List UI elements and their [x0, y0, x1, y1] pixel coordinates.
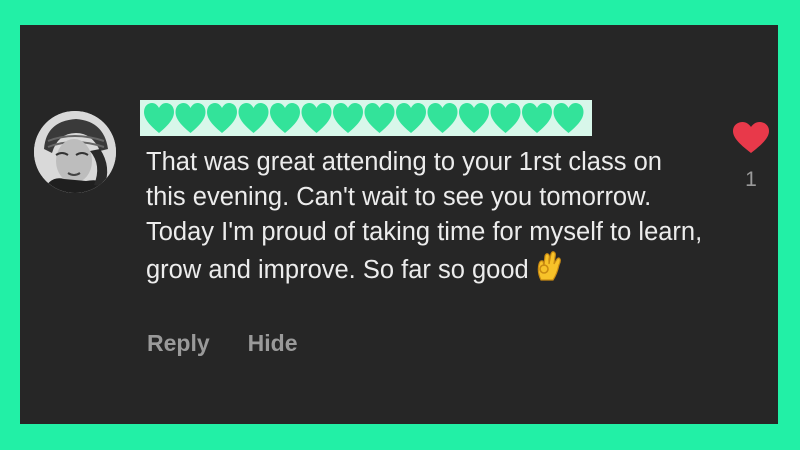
hide-button[interactable]: Hide [248, 330, 298, 357]
green-heart-icon [175, 103, 206, 133]
green-heart-icon [270, 103, 300, 133]
green-heart-icon [553, 103, 584, 133]
comment-actions: Reply Hide [147, 330, 297, 357]
heart-icon[interactable] [732, 121, 770, 155]
green-heart-icon [144, 103, 174, 133]
comment-text: That was great attending to your 1rst cl… [146, 148, 703, 284]
green-heart-icon [459, 103, 489, 133]
reply-button[interactable]: Reply [147, 330, 210, 357]
avatar[interactable] [34, 111, 116, 193]
green-heart-icon [522, 103, 552, 133]
ok-hand-icon [535, 250, 563, 292]
comment-body: That was great attending to your 1rst cl… [146, 145, 706, 292]
green-heart-icon [301, 103, 332, 133]
comment-card: That was great attending to your 1rst cl… [20, 25, 778, 424]
green-heart-icon [207, 103, 237, 133]
green-heart-icon [427, 103, 458, 133]
username-redaction [140, 100, 592, 136]
green-heart-icon [238, 103, 269, 133]
green-hearts-icon [144, 103, 584, 133]
green-heart-icon [490, 103, 521, 133]
like-count: 1 [745, 168, 757, 191]
green-heart-icon [333, 103, 363, 133]
green-heart-icon [396, 103, 426, 133]
like-control: 1 [732, 121, 770, 192]
green-heart-icon [364, 103, 395, 133]
